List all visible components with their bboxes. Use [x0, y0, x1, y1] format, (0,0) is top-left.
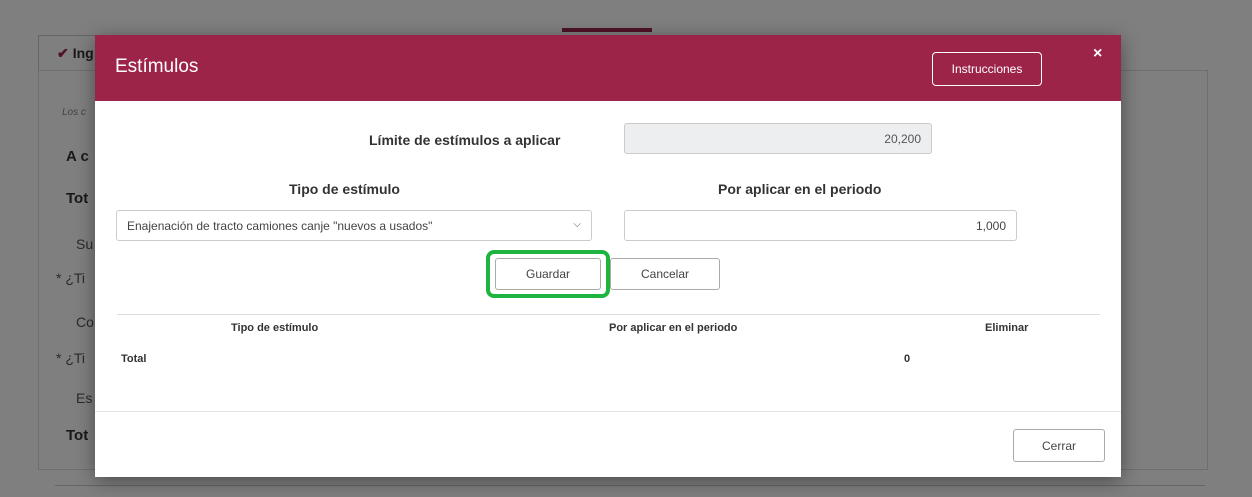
- table-total-value: 0: [904, 353, 911, 365]
- tipo-estimulo-selected: Enajenación de tracto camiones canje "nu…: [127, 219, 433, 233]
- por-aplicar-input[interactable]: 1,000: [624, 210, 1017, 241]
- estimulos-modal: Estímulos Instrucciones × Límite de estí…: [95, 35, 1121, 477]
- table-top-rule: [117, 314, 1100, 315]
- modal-title: Estímulos: [115, 56, 199, 77]
- instructions-button[interactable]: Instrucciones: [932, 52, 1042, 86]
- por-aplicar-label: Por aplicar en el periodo: [718, 181, 882, 197]
- close-button[interactable]: Cerrar: [1013, 429, 1105, 462]
- table-total-label: Total: [121, 353, 147, 365]
- chevron-down-icon: ⌵: [573, 219, 581, 230]
- tipo-estimulo-select[interactable]: Enajenación de tracto camiones canje "nu…: [116, 210, 592, 241]
- modal-header: Estímulos Instrucciones ×: [95, 35, 1121, 101]
- modal-footer-divider: [95, 411, 1121, 412]
- limit-field: 20,200: [624, 123, 932, 154]
- tipo-estimulo-label: Tipo de estímulo: [289, 181, 400, 197]
- table-header-tipo: Tipo de estímulo: [231, 322, 319, 334]
- table-header-eliminar: Eliminar: [985, 322, 1029, 334]
- limit-label: Límite de estímulos a aplicar: [369, 132, 561, 148]
- table-header-por-aplicar: Por aplicar en el periodo: [609, 322, 738, 334]
- cancel-button[interactable]: Cancelar: [610, 258, 720, 290]
- save-button[interactable]: Guardar: [495, 258, 601, 290]
- close-icon[interactable]: ×: [1093, 45, 1102, 63]
